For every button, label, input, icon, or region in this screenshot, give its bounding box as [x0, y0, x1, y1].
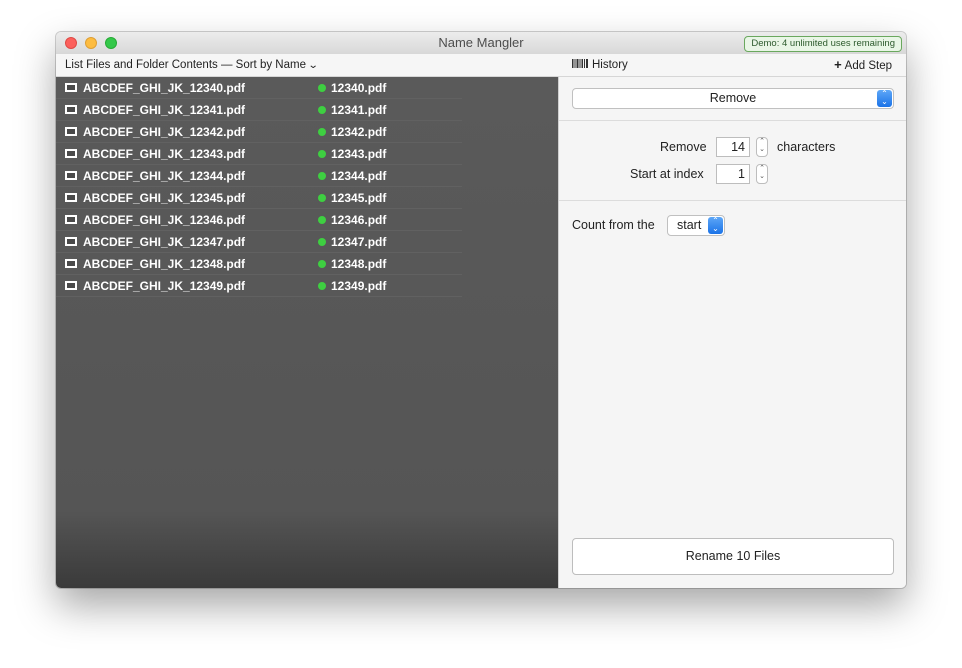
status-ok-icon: [318, 260, 326, 268]
image-file-icon: [65, 171, 77, 180]
start-index-stepper[interactable]: ⌃ ⌄: [756, 164, 768, 184]
updown-arrows-icon: ⌃ ⌄: [877, 90, 892, 107]
step-panel: Remove ⌃ ⌄ Remove 14 ⌃ ⌄ characters Start …: [558, 77, 906, 588]
status-ok-icon: [318, 238, 326, 246]
plus-icon: +: [834, 57, 842, 72]
new-filename: 12342.pdf: [331, 125, 387, 139]
file-row[interactable]: ABCDEF_GHI_JK_12349.pdf 12349.pdf: [56, 275, 462, 297]
list-mode-menu[interactable]: List Files and Folder Contents — Sort by…: [65, 54, 319, 77]
image-file-icon: [65, 259, 77, 268]
file-row[interactable]: ABCDEF_GHI_JK_12346.pdf 12346.pdf: [56, 209, 462, 231]
file-list[interactable]: ABCDEF_GHI_JK_12340.pdf 12340.pdf ABCDEF_G…: [56, 77, 558, 588]
remove-count-stepper[interactable]: ⌃ ⌄: [756, 137, 768, 157]
divider: [559, 200, 906, 201]
chevron-down-icon: ⌄: [307, 60, 319, 71]
new-filename: 12349.pdf: [331, 279, 387, 293]
new-filename: 12348.pdf: [331, 257, 387, 271]
file-row[interactable]: ABCDEF_GHI_JK_12342.pdf 12342.pdf: [56, 121, 462, 143]
list-mode-label: List Files and Folder Contents — Sort by…: [65, 59, 306, 71]
remove-count-field[interactable]: 14: [716, 137, 750, 157]
barcode-icon: [572, 59, 588, 69]
new-filename: 12347.pdf: [331, 235, 387, 249]
file-row[interactable]: ABCDEF_GHI_JK_12348.pdf 12348.pdf: [56, 253, 462, 275]
original-filename: ABCDEF_GHI_JK_12344.pdf: [83, 169, 246, 183]
title-bar: Name Mangler Demo: 4 unlimited uses rema…: [56, 32, 906, 55]
new-filename: 12345.pdf: [331, 191, 387, 205]
history-button[interactable]: History: [572, 54, 628, 76]
original-filename: ABCDEF_GHI_JK_12348.pdf: [83, 257, 246, 271]
status-ok-icon: [318, 128, 326, 136]
toolbar: List Files and Folder Contents — Sort by…: [56, 54, 906, 77]
rename-files-button[interactable]: Rename 10 Files: [572, 538, 894, 575]
file-row[interactable]: ABCDEF_GHI_JK_12340.pdf 12340.pdf: [56, 77, 462, 99]
original-filename: ABCDEF_GHI_JK_12346.pdf: [83, 213, 246, 227]
remove-label: Remove: [660, 140, 707, 154]
file-row[interactable]: ABCDEF_GHI_JK_12345.pdf 12345.pdf: [56, 187, 462, 209]
image-file-icon: [65, 237, 77, 246]
image-file-icon: [65, 105, 77, 114]
add-step-button[interactable]: + Add Step: [834, 54, 892, 77]
original-filename: ABCDEF_GHI_JK_12349.pdf: [83, 279, 246, 293]
image-file-icon: [65, 149, 77, 158]
original-filename: ABCDEF_GHI_JK_12342.pdf: [83, 125, 246, 139]
file-row[interactable]: ABCDEF_GHI_JK_12341.pdf 12341.pdf: [56, 99, 462, 121]
divider: [559, 120, 906, 121]
original-filename: ABCDEF_GHI_JK_12347.pdf: [83, 235, 246, 249]
image-file-icon: [65, 193, 77, 202]
action-select-value: Remove: [709, 91, 757, 105]
status-ok-icon: [318, 216, 326, 224]
new-filename: 12344.pdf: [331, 169, 387, 183]
action-select[interactable]: Remove ⌃ ⌄: [572, 88, 894, 109]
status-ok-icon: [318, 194, 326, 202]
status-ok-icon: [318, 150, 326, 158]
original-filename: ABCDEF_GHI_JK_12341.pdf: [83, 103, 246, 117]
start-index-label: Start at index: [630, 167, 704, 181]
new-filename: 12340.pdf: [331, 81, 387, 95]
demo-badge[interactable]: Demo: 4 unlimited uses remaining: [744, 36, 902, 52]
image-file-icon: [65, 127, 77, 136]
count-from-select[interactable]: start ⌃ ⌄: [667, 215, 725, 236]
new-filename: 12346.pdf: [331, 213, 387, 227]
remove-unit-label: characters: [777, 140, 836, 154]
app-window: Name Mangler Demo: 4 unlimited uses rema…: [56, 32, 906, 588]
new-filename: 12343.pdf: [331, 147, 387, 161]
file-row[interactable]: ABCDEF_GHI_JK_12344.pdf 12344.pdf: [56, 165, 462, 187]
new-filename: 12341.pdf: [331, 103, 387, 117]
status-ok-icon: [318, 172, 326, 180]
status-ok-icon: [318, 84, 326, 92]
image-file-icon: [65, 281, 77, 290]
original-filename: ABCDEF_GHI_JK_12340.pdf: [83, 81, 246, 95]
image-file-icon: [65, 215, 77, 224]
image-file-icon: [65, 83, 77, 92]
add-step-label: Add Step: [844, 60, 892, 72]
file-row[interactable]: ABCDEF_GHI_JK_12347.pdf 12347.pdf: [56, 231, 462, 253]
original-filename: ABCDEF_GHI_JK_12343.pdf: [83, 147, 246, 161]
original-filename: ABCDEF_GHI_JK_12345.pdf: [83, 191, 246, 205]
start-index-field[interactable]: 1: [716, 164, 750, 184]
status-ok-icon: [318, 106, 326, 114]
file-row[interactable]: ABCDEF_GHI_JK_12343.pdf 12343.pdf: [56, 143, 462, 165]
count-from-label: Count from the: [572, 218, 655, 232]
history-label: History: [592, 59, 628, 71]
status-ok-icon: [318, 282, 326, 290]
updown-arrows-icon: ⌃ ⌄: [708, 217, 723, 234]
count-from-value: start: [677, 218, 702, 232]
